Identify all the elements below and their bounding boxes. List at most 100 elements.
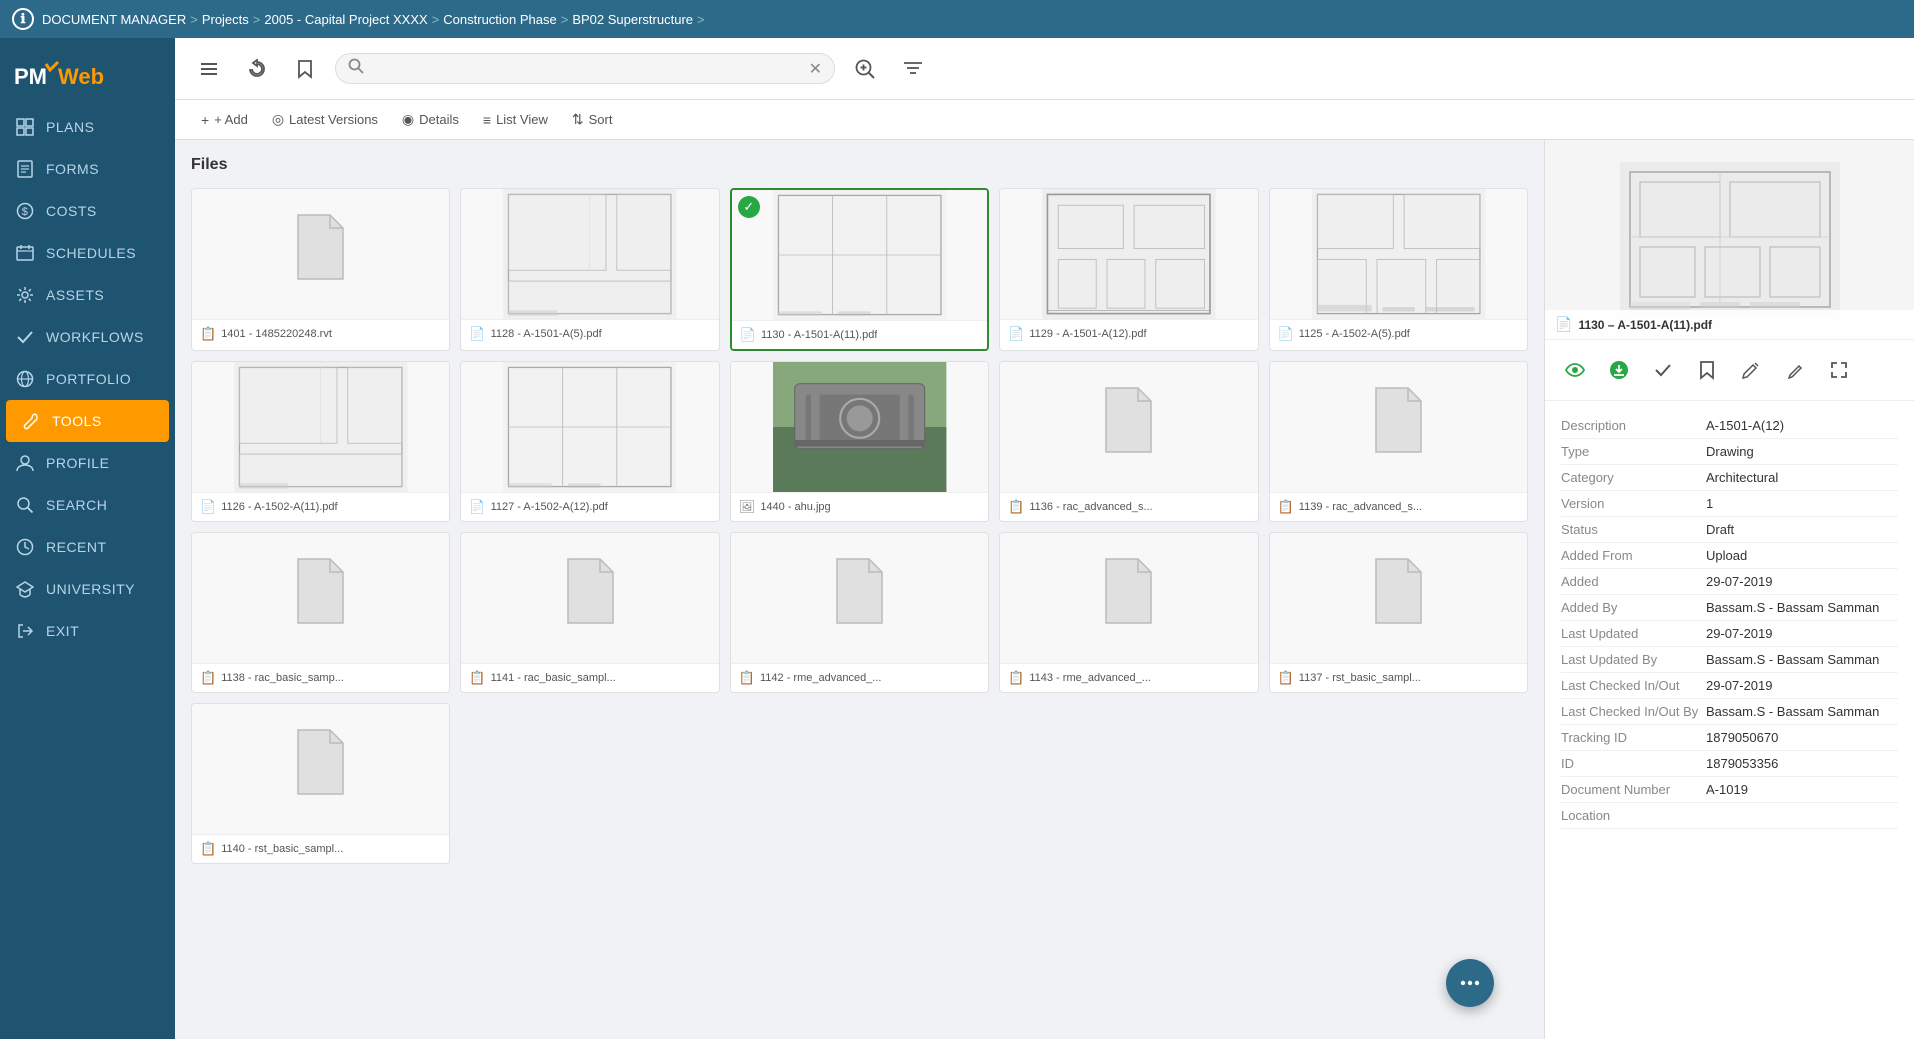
panel-edit-button[interactable] <box>1733 352 1769 388</box>
file-thumbnail <box>192 533 449 663</box>
file-type-icon: 📄 <box>1278 326 1294 342</box>
file-type-icon: 📄 <box>469 326 485 342</box>
last-checked-by-value: Bassam.S - Bassam Samman <box>1706 704 1898 719</box>
last-updated-by-value: Bassam.S - Bassam Samman <box>1706 652 1898 667</box>
info-icon[interactable]: ℹ <box>12 8 34 30</box>
file-thumbnail: ✓ <box>732 190 987 320</box>
file-card[interactable]: 🖼 1440 - ahu.jpg <box>730 361 989 522</box>
breadcrumb-sep-4: > <box>561 12 569 27</box>
file-card[interactable]: 📋 1142 - rme_advanced_... <box>730 532 989 693</box>
file-thumbnail <box>731 533 988 663</box>
sidebar-item-workflows[interactable]: WORKFLOWS <box>0 316 175 358</box>
added-label: Added <box>1561 574 1706 589</box>
sidebar-item-forms[interactable]: FORMS <box>0 148 175 190</box>
sort-button[interactable]: ⇅ Sort <box>562 106 623 133</box>
search-input[interactable] <box>364 61 809 77</box>
sidebar-item-assets[interactable]: ASSETS <box>0 274 175 316</box>
detail-tracking-id: Tracking ID 1879050670 <box>1561 725 1898 751</box>
doc-number-label: Document Number <box>1561 782 1706 797</box>
location-label: Location <box>1561 808 1706 823</box>
doc-icon <box>293 728 348 810</box>
file-card[interactable]: 📄 1128 - A-1501-A(5).pdf <box>460 188 719 351</box>
sidebar-item-profile[interactable]: PROFILE <box>0 442 175 484</box>
file-card[interactable]: 📋 1140 - rst_basic_sampl... <box>191 703 450 864</box>
id-value: 1879053356 <box>1706 756 1898 771</box>
bookmark-button[interactable] <box>287 51 323 87</box>
added-from-label: Added From <box>1561 548 1706 563</box>
panel-view-button[interactable] <box>1557 352 1593 388</box>
add-button[interactable]: + + Add <box>191 107 258 133</box>
panel-file-icon: 📄 <box>1555 316 1572 333</box>
detail-id: ID 1879053356 <box>1561 751 1898 777</box>
breadcrumb-item-2[interactable]: Projects <box>202 12 249 27</box>
detail-last-updated: Last Updated 29-07-2019 <box>1561 621 1898 647</box>
file-card[interactable]: 📋 1139 - rac_advanced_s... <box>1269 361 1528 522</box>
clear-search-button[interactable]: ✕ <box>809 59 822 79</box>
panel-details: Description A-1501-A(12) Type Drawing Ca… <box>1545 401 1914 841</box>
added-by-value: Bassam.S - Bassam Samman <box>1706 600 1898 615</box>
doc-icon <box>1371 557 1426 639</box>
list-view-button[interactable]: ≡ List View <box>473 107 558 133</box>
file-name: 1130 - A-1501-A(11).pdf <box>761 329 877 341</box>
file-card[interactable]: 📋 1143 - rme_advanced_... <box>999 532 1258 693</box>
details-button[interactable]: ◉ Details <box>392 106 469 133</box>
photo-thumbnail <box>731 362 988 492</box>
file-thumbnail <box>1000 533 1257 663</box>
fab-button[interactable] <box>1446 959 1494 1007</box>
panel-expand-button[interactable] <box>1821 352 1857 388</box>
status-label: Status <box>1561 522 1706 537</box>
logo-area: PM Web <box>0 46 175 106</box>
sidebar-item-plans[interactable]: PLANS <box>0 106 175 148</box>
sidebar-item-tools[interactable]: TOOLs <box>6 400 169 442</box>
id-label: ID <box>1561 756 1706 771</box>
file-card[interactable]: 📋 1137 - rst_basic_sampl... <box>1269 532 1528 693</box>
file-card[interactable]: 📄 1129 - A-1501-A(12).pdf <box>999 188 1258 351</box>
sidebar-item-costs[interactable]: $ COSTS <box>0 190 175 232</box>
file-card[interactable]: 📋 1136 - rac_advanced_s... <box>999 361 1258 522</box>
panel-pen-button[interactable] <box>1777 352 1813 388</box>
panel-bookmark-button[interactable] <box>1689 352 1725 388</box>
file-thumbnail <box>1000 362 1257 492</box>
breadcrumb-item-5[interactable]: BP02 Superstructure <box>572 12 693 27</box>
detail-last-checked: Last Checked In/Out 29-07-2019 <box>1561 673 1898 699</box>
file-card[interactable]: 📋 1138 - rac_basic_samp... <box>191 532 450 693</box>
last-updated-value: 29-07-2019 <box>1706 626 1898 641</box>
panel-download-button[interactable] <box>1601 352 1637 388</box>
file-card[interactable]: 📋 1401 - 1485220248.rvt <box>191 188 450 351</box>
breadcrumb-item-1[interactable]: DOCUMENT MANAGER <box>42 12 186 27</box>
file-card[interactable]: 📄 1126 - A-1502-A(11).pdf <box>191 361 450 522</box>
sidebar-item-schedules[interactable]: SCHEDULES <box>0 232 175 274</box>
sidebar-item-search[interactable]: SEARCH <box>0 484 175 526</box>
file-footer: 📋 1137 - rst_basic_sampl... <box>1270 663 1527 692</box>
zoom-button[interactable] <box>847 51 883 87</box>
file-type-icon: 📋 <box>1008 670 1024 686</box>
panel-approve-button[interactable] <box>1645 352 1681 388</box>
doc-icon <box>563 557 618 639</box>
file-card[interactable]: 📄 1127 - A-1502-A(12).pdf <box>460 361 719 522</box>
sidebar-item-exit[interactable]: EXIT <box>0 610 175 652</box>
file-card[interactable]: 📋 1141 - rac_basic_sampl... <box>460 532 719 693</box>
breadcrumb-item-4[interactable]: Construction Phase <box>443 12 556 27</box>
files-grid: 📋 1401 - 1485220248.rvt 📄 1128 - A-1501-… <box>191 188 1528 864</box>
file-thumbnail <box>1270 189 1527 319</box>
file-name: 1127 - A-1502-A(12).pdf <box>491 501 608 513</box>
latest-versions-button[interactable]: ◎ Latest Versions <box>262 106 388 133</box>
tracking-id-value: 1879050670 <box>1706 730 1898 745</box>
sidebar-item-recent[interactable]: RECENT <box>0 526 175 568</box>
file-footer: 📋 1401 - 1485220248.rvt <box>192 319 449 348</box>
hamburger-button[interactable] <box>191 51 227 87</box>
history-button[interactable] <box>239 51 275 87</box>
file-type-icon: 📄 <box>469 499 485 515</box>
filter-button[interactable] <box>895 51 931 87</box>
detail-type: Type Drawing <box>1561 439 1898 465</box>
file-thumbnail <box>192 362 449 492</box>
breadcrumb-item-3[interactable]: 2005 - Capital Project XXXX <box>264 12 427 27</box>
forms-icon <box>14 158 36 180</box>
breadcrumb-sep-2: > <box>253 12 261 27</box>
sidebar-item-portfolio[interactable]: PORTFOLIO <box>0 358 175 400</box>
sidebar-item-university[interactable]: UNIVERSITY <box>0 568 175 610</box>
file-card[interactable]: ✓ 📄 1130 - A-1501-A(11).pdf <box>730 188 989 351</box>
file-card[interactable]: 📄 1125 - A-1502-A(5).pdf <box>1269 188 1528 351</box>
tools-icon <box>20 410 42 432</box>
file-name: 1140 - rst_basic_sampl... <box>221 843 343 855</box>
